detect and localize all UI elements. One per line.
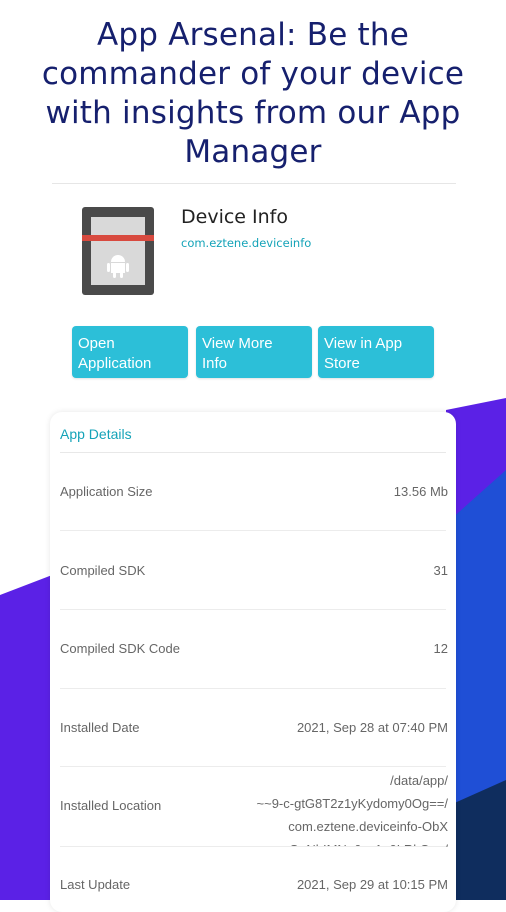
- row-label-installed-location: Installed Location: [60, 798, 162, 813]
- header-divider: [52, 183, 456, 184]
- open-application-button[interactable]: Open Application: [72, 326, 188, 378]
- more-button-label-2: Info: [202, 355, 228, 372]
- row-divider: [60, 609, 446, 610]
- location-line-1: /data/app/: [390, 773, 448, 788]
- view-in-app-store-button[interactable]: View in App Store: [318, 326, 434, 378]
- row-divider: [60, 530, 446, 531]
- open-button-label-2: Application: [78, 355, 152, 372]
- view-more-info-button[interactable]: View More Info: [196, 326, 312, 378]
- location-line-2: ~~9-c-gtG8T2z1yKydomy0Og==/: [256, 796, 448, 811]
- page-headline: App Arsenal: Be the commander of your de…: [0, 16, 506, 172]
- row-value-installed-date: 2021, Sep 28 at 07:40 PM: [296, 720, 448, 735]
- android-scanner-icon: [82, 207, 154, 295]
- row-label-compiled-sdk: Compiled SDK: [60, 563, 146, 578]
- location-line-3: com.eztene.deviceinfo-ObX: [288, 819, 448, 834]
- store-button-label-1: View in App: [324, 335, 403, 352]
- row-value-installed-location: /data/app/ ~~9-c-gtG8T2z1yKydomy0Og==/ c…: [218, 769, 448, 847]
- row-divider: [60, 688, 446, 689]
- app-name: Device Info: [181, 206, 288, 228]
- app-package-name: com.eztene.deviceinfo: [181, 236, 312, 250]
- store-button-label-2: Store: [324, 355, 360, 372]
- open-button-label-1: Open: [78, 335, 115, 352]
- row-label-compiled-sdk-code: Compiled SDK Code: [60, 641, 180, 656]
- title-divider: [60, 452, 446, 453]
- row-label-last-update: Last Update: [60, 877, 131, 892]
- row-value-compiled-sdk: 31: [433, 563, 448, 578]
- app-details-title: App Details: [60, 426, 132, 442]
- row-label-installed-date: Installed Date: [60, 720, 140, 735]
- row-value-last-update: 2021, Sep 29 at 10:15 PM: [296, 877, 448, 892]
- app-details-card: App Details Application Size 13.56 Mb Co…: [50, 412, 456, 912]
- row-value-application-size: 13.56 Mb: [393, 484, 448, 499]
- headline-line-2: commander of your device: [41, 56, 465, 92]
- row-value-compiled-sdk-code: 12: [433, 641, 448, 656]
- headline-line-4: Manager: [184, 134, 322, 170]
- headline-line-3: with insights from our App: [45, 95, 461, 131]
- headline-line-1: App Arsenal: Be the: [96, 17, 409, 53]
- row-divider: [60, 766, 446, 767]
- more-button-label-1: View More: [202, 335, 273, 352]
- row-divider: [60, 846, 446, 847]
- row-label-application-size: Application Size: [60, 484, 153, 499]
